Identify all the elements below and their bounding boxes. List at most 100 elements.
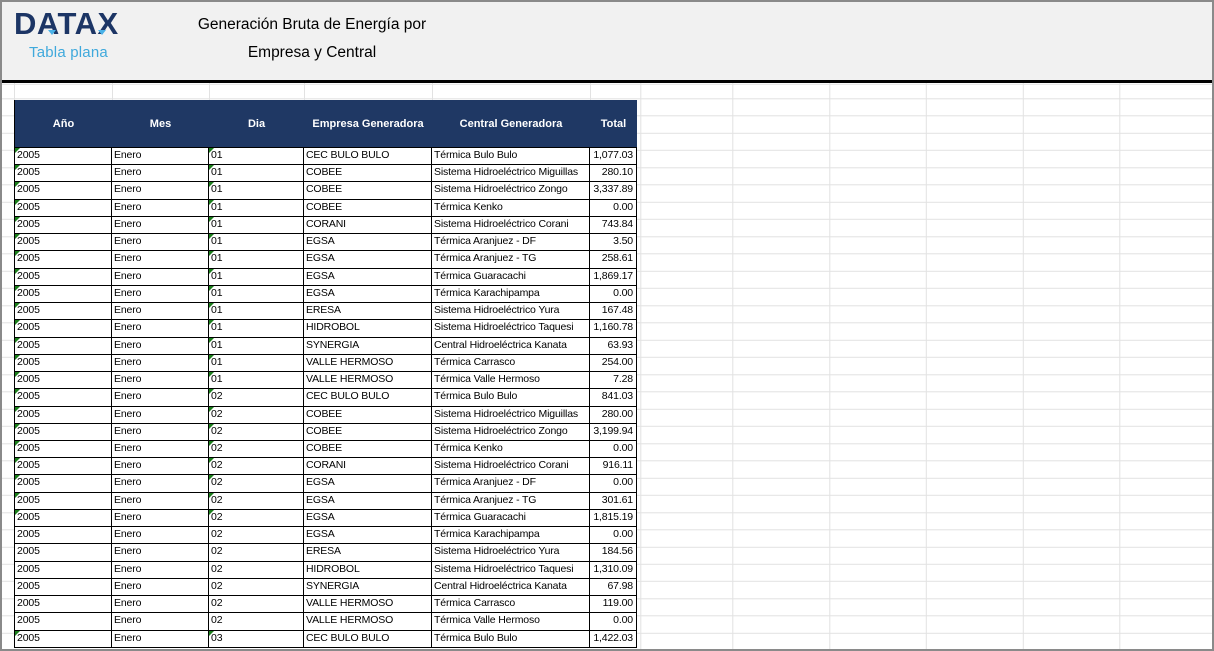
cell-total[interactable]: 743.84 [590, 217, 637, 234]
cell-dia[interactable]: 01 [209, 165, 304, 182]
cell-total[interactable]: 1,815.19 [590, 510, 637, 527]
column-header-dia[interactable]: Dia [209, 100, 304, 147]
cell-dia[interactable]: 02 [209, 389, 304, 406]
cell-empresa[interactable]: VALLE HERMOSO [304, 596, 432, 613]
cell-empresa[interactable]: CEC BULO BULO [304, 631, 432, 648]
cell-mes[interactable]: Enero [112, 355, 209, 372]
cell-ano[interactable]: 2005 [15, 493, 112, 510]
cell-central[interactable]: Térmica Valle Hermoso [432, 613, 590, 630]
cell-mes[interactable]: Enero [112, 303, 209, 320]
cell-empresa[interactable]: ERESA [304, 303, 432, 320]
cell-dia[interactable]: 01 [209, 182, 304, 199]
cell-mes[interactable]: Enero [112, 200, 209, 217]
cell-central[interactable]: Térmica Aranjuez - DF [432, 475, 590, 492]
cell-mes[interactable]: Enero [112, 286, 209, 303]
cell-empresa[interactable]: CORANI [304, 217, 432, 234]
cell-mes[interactable]: Enero [112, 389, 209, 406]
cell-empresa[interactable]: VALLE HERMOSO [304, 355, 432, 372]
cell-total[interactable]: 0.00 [590, 286, 637, 303]
column-header-ano[interactable]: Año [15, 100, 112, 147]
cell-ano[interactable]: 2005 [15, 251, 112, 268]
cell-total[interactable]: 254.00 [590, 355, 637, 372]
cell-mes[interactable]: Enero [112, 613, 209, 630]
cell-central[interactable]: Sistema Hidroeléctrico Yura [432, 544, 590, 561]
cell-mes[interactable]: Enero [112, 148, 209, 165]
cell-total[interactable]: 841.03 [590, 389, 637, 406]
cell-total[interactable]: 1,077.03 [590, 148, 637, 165]
column-header-mes[interactable]: Mes [112, 100, 209, 147]
cell-mes[interactable]: Enero [112, 510, 209, 527]
cell-mes[interactable]: Enero [112, 441, 209, 458]
cell-central[interactable]: Térmica Aranjuez - TG [432, 251, 590, 268]
cell-dia[interactable]: 01 [209, 200, 304, 217]
cell-dia[interactable]: 01 [209, 269, 304, 286]
cell-central[interactable]: Sistema Hidroeléctrico Zongo [432, 182, 590, 199]
cell-mes[interactable]: Enero [112, 320, 209, 337]
cell-central[interactable]: Central Hidroeléctrica Kanata [432, 579, 590, 596]
cell-mes[interactable]: Enero [112, 527, 209, 544]
cell-ano[interactable]: 2005 [15, 217, 112, 234]
cell-central[interactable]: Sistema Hidroeléctrico Miguillas [432, 165, 590, 182]
cell-ano[interactable]: 2005 [15, 441, 112, 458]
cell-central[interactable]: Térmica Carrasco [432, 355, 590, 372]
cell-ano[interactable]: 2005 [15, 458, 112, 475]
cell-total[interactable]: 280.00 [590, 407, 637, 424]
cell-total[interactable]: 167.48 [590, 303, 637, 320]
cell-ano[interactable]: 2005 [15, 182, 112, 199]
cell-dia[interactable]: 01 [209, 234, 304, 251]
cell-central[interactable]: Térmica Aranjuez - DF [432, 234, 590, 251]
cell-mes[interactable]: Enero [112, 631, 209, 648]
cell-empresa[interactable]: HIDROBOL [304, 562, 432, 579]
cell-dia[interactable]: 01 [209, 320, 304, 337]
cell-central[interactable]: Térmica Kenko [432, 441, 590, 458]
cell-total[interactable]: 7.28 [590, 372, 637, 389]
cell-central[interactable]: Térmica Valle Hermoso [432, 372, 590, 389]
cell-dia[interactable]: 01 [209, 251, 304, 268]
cell-mes[interactable]: Enero [112, 596, 209, 613]
cell-ano[interactable]: 2005 [15, 407, 112, 424]
cell-ano[interactable]: 2005 [15, 320, 112, 337]
cell-total[interactable]: 3.50 [590, 234, 637, 251]
cell-mes[interactable]: Enero [112, 458, 209, 475]
cell-mes[interactable]: Enero [112, 544, 209, 561]
cell-total[interactable]: 67.98 [590, 579, 637, 596]
cell-dia[interactable]: 02 [209, 407, 304, 424]
cell-dia[interactable]: 01 [209, 338, 304, 355]
cell-mes[interactable]: Enero [112, 269, 209, 286]
cell-mes[interactable]: Enero [112, 475, 209, 492]
cell-empresa[interactable]: EGSA [304, 286, 432, 303]
cell-central[interactable]: Sistema Hidroeléctrico Corani [432, 217, 590, 234]
cell-ano[interactable]: 2005 [15, 303, 112, 320]
cell-ano[interactable]: 2005 [15, 475, 112, 492]
cell-mes[interactable]: Enero [112, 424, 209, 441]
cell-mes[interactable]: Enero [112, 372, 209, 389]
cell-total[interactable]: 0.00 [590, 441, 637, 458]
cell-ano[interactable]: 2005 [15, 269, 112, 286]
cell-total[interactable]: 0.00 [590, 613, 637, 630]
column-header-central[interactable]: Central Generadora [432, 100, 590, 147]
cell-ano[interactable]: 2005 [15, 424, 112, 441]
cell-ano[interactable]: 2005 [15, 527, 112, 544]
cell-ano[interactable]: 2005 [15, 372, 112, 389]
cell-ano[interactable]: 2005 [15, 510, 112, 527]
cell-central[interactable]: Térmica Aranjuez - TG [432, 493, 590, 510]
cell-dia[interactable]: 02 [209, 424, 304, 441]
cell-ano[interactable]: 2005 [15, 200, 112, 217]
cell-central[interactable]: Térmica Carrasco [432, 596, 590, 613]
cell-dia[interactable]: 02 [209, 458, 304, 475]
cell-central[interactable]: Sistema Hidroeléctrico Miguillas [432, 407, 590, 424]
cell-dia[interactable]: 02 [209, 493, 304, 510]
cell-dia[interactable]: 01 [209, 217, 304, 234]
cell-central[interactable]: Térmica Bulo Bulo [432, 148, 590, 165]
cell-dia[interactable]: 02 [209, 596, 304, 613]
cell-ano[interactable]: 2005 [15, 389, 112, 406]
cell-central[interactable]: Térmica Karachipampa [432, 527, 590, 544]
cell-central[interactable]: Térmica Kenko [432, 200, 590, 217]
cell-central[interactable]: Sistema Hidroeléctrico Taquesi [432, 320, 590, 337]
column-header-total[interactable]: Total [590, 100, 637, 147]
cell-empresa[interactable]: VALLE HERMOSO [304, 372, 432, 389]
cell-empresa[interactable]: EGSA [304, 269, 432, 286]
cell-mes[interactable]: Enero [112, 338, 209, 355]
cell-mes[interactable]: Enero [112, 182, 209, 199]
cell-ano[interactable]: 2005 [15, 338, 112, 355]
